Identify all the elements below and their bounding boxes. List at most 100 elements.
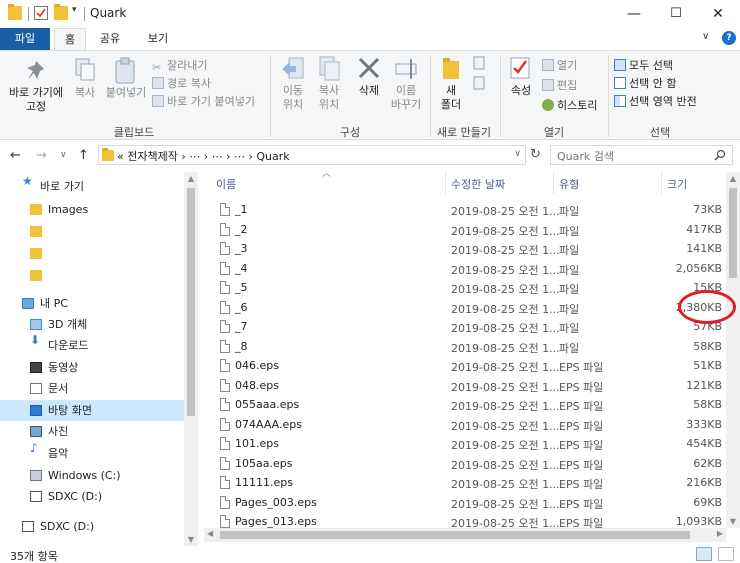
details-view-icon[interactable]: [696, 547, 712, 561]
nav-item[interactable]: 바탕 화면: [0, 400, 184, 421]
back-arrow-icon[interactable]: ←: [10, 148, 21, 163]
file-row[interactable]: _2 2019-08-25 오전 1... 파일 417KB: [204, 220, 726, 240]
file-row[interactable]: 046.eps 2019-08-25 오전 1... EPS 파일 51KB: [204, 356, 726, 376]
nav-item[interactable]: Images: [0, 199, 184, 220]
nav-pane-scrollbar[interactable]: ▲ ▼: [184, 172, 198, 546]
file-list-scrollbar[interactable]: ▲ ▼: [726, 172, 740, 528]
horizontal-scrollbar[interactable]: ◀ ▶: [204, 528, 726, 542]
tab-share[interactable]: 공유: [90, 28, 130, 50]
copy-to-button[interactable]: 복사 위치: [312, 55, 346, 112]
file-row[interactable]: _8 2019-08-25 오전 1... 파일 58KB: [204, 337, 726, 357]
new-item-icon[interactable]: [472, 55, 488, 71]
tab-file[interactable]: 파일: [0, 28, 50, 50]
tab-home[interactable]: 홈: [54, 28, 86, 50]
column-divider[interactable]: [445, 172, 446, 194]
nav-item-label: Windows (C:): [48, 469, 121, 482]
column-header-size[interactable]: 크기: [667, 176, 687, 192]
nav-item[interactable]: SDXC (D:): [0, 486, 184, 507]
column-header-name[interactable]: 이름: [216, 176, 236, 192]
edit-button[interactable]: 편집: [542, 77, 577, 93]
nav-item[interactable]: 동영상: [0, 357, 184, 378]
copy-button[interactable]: 복사: [70, 57, 100, 100]
scroll-down-icon[interactable]: ▼: [184, 535, 198, 544]
maximize-button[interactable]: ☐: [656, 0, 696, 28]
file-row[interactable]: 101.eps 2019-08-25 오전 1... EPS 파일 454KB: [204, 434, 726, 454]
cut-button[interactable]: ✂ 잘라내기: [152, 57, 207, 74]
tab-view[interactable]: 보기: [136, 28, 180, 50]
invert-selection-button[interactable]: 선택 영역 반전: [614, 93, 697, 109]
nav-item[interactable]: [0, 243, 184, 264]
select-none-button[interactable]: 선택 안 함: [614, 75, 676, 91]
properties-checkbox-icon[interactable]: [34, 6, 48, 20]
file-row[interactable]: _5 2019-08-25 오전 1... 파일 15KB: [204, 278, 726, 298]
nav-item[interactable]: 내 PC: [0, 293, 184, 314]
file-type: EPS 파일: [559, 517, 604, 528]
scroll-left-icon[interactable]: ◀: [207, 529, 213, 538]
column-divider[interactable]: [553, 172, 554, 194]
nav-item[interactable]: [0, 265, 184, 286]
column-divider[interactable]: [661, 172, 662, 194]
file-row[interactable]: _1 2019-08-25 오전 1... 파일 73KB: [204, 200, 726, 220]
scroll-thumb[interactable]: [187, 188, 195, 416]
column-header-type[interactable]: 유형: [559, 176, 579, 192]
new-folder-button[interactable]: 새 폴더: [436, 55, 466, 112]
scroll-thumb[interactable]: [729, 188, 737, 278]
paste-shortcut-button[interactable]: 바로 가기 붙여넣기: [152, 93, 255, 109]
search-input[interactable]: Quark 검색: [550, 145, 733, 165]
collapse-ribbon-icon[interactable]: ∨: [702, 31, 709, 42]
nav-item[interactable]: 3D 개체: [0, 314, 184, 335]
delete-button[interactable]: 삭제: [352, 55, 386, 98]
scroll-up-icon[interactable]: ▲: [184, 174, 198, 183]
minimize-button[interactable]: —: [614, 0, 654, 28]
quick-access-dropdown-icon[interactable]: ▾: [72, 5, 77, 15]
nav-item[interactable]: ★ 바로 가기: [0, 175, 184, 197]
paste-button[interactable]: 붙여넣기: [104, 57, 148, 100]
large-icons-view-icon[interactable]: [718, 547, 734, 561]
nav-item[interactable]: Windows (C:): [0, 465, 184, 486]
history-button[interactable]: 히스토리: [542, 97, 597, 113]
forward-arrow-icon[interactable]: →: [36, 148, 47, 163]
file-row[interactable]: _3 2019-08-25 오전 1... 파일 141KB: [204, 239, 726, 259]
file-row[interactable]: Pages_003.eps 2019-08-25 오전 1... EPS 파일 69K…: [204, 493, 726, 513]
scroll-down-icon[interactable]: ▼: [726, 517, 740, 526]
file-row[interactable]: 11111.eps 2019-08-25 오전 1... EPS 파일 216KB: [204, 473, 726, 493]
nav-item[interactable]: [0, 221, 184, 242]
rename-button[interactable]: 이름 바꾸기: [386, 55, 426, 112]
nav-item[interactable]: 문서: [0, 378, 184, 399]
help-icon[interactable]: ?: [722, 31, 736, 45]
file-type: 파일: [559, 244, 580, 257]
properties-button[interactable]: 속성: [504, 55, 538, 98]
close-button[interactable]: ✕: [698, 0, 738, 28]
file-row[interactable]: 105aa.eps 2019-08-25 오전 1... EPS 파일 62KB: [204, 454, 726, 474]
file-row[interactable]: _6 2019-08-25 오전 1... 파일 2,380KB: [204, 298, 726, 318]
file-name: 074AAA.eps: [235, 417, 302, 431]
copy-path-button[interactable]: 경로 복사: [152, 75, 211, 91]
scroll-right-icon[interactable]: ▶: [717, 529, 723, 538]
nav-item[interactable]: 사진: [0, 421, 184, 442]
select-all-button[interactable]: 모두 선택: [614, 57, 673, 73]
scroll-up-icon[interactable]: ▲: [726, 174, 740, 183]
file-row[interactable]: _7 2019-08-25 오전 1... 파일 57KB: [204, 317, 726, 337]
search-icon[interactable]: [714, 149, 726, 161]
refresh-icon[interactable]: ↻: [530, 147, 541, 162]
file-row[interactable]: Pages_013.eps 2019-08-25 오전 1... EPS 파일 1,0…: [204, 512, 726, 528]
file-row[interactable]: 055aaa.eps 2019-08-25 오전 1... EPS 파일 58KB: [204, 395, 726, 415]
file-row[interactable]: _4 2019-08-25 오전 1... 파일 2,056KB: [204, 259, 726, 279]
new-folder-icon[interactable]: [54, 4, 68, 20]
address-bar[interactable]: « 전자책제작 › ⋯ › ⋯ › ⋯ › Quark ∨: [98, 145, 526, 165]
file-row[interactable]: 074AAA.eps 2019-08-25 오전 1... EPS 파일 333KB: [204, 415, 726, 435]
easy-access-icon[interactable]: [472, 75, 488, 91]
pin-quick-access-button[interactable]: 바로 가기에 고정: [6, 57, 66, 114]
file-row[interactable]: 048.eps 2019-08-25 오전 1... EPS 파일 121KB: [204, 376, 726, 396]
recent-locations-chevron-icon[interactable]: ∨: [60, 150, 67, 160]
scroll-thumb[interactable]: [220, 531, 690, 539]
nav-item[interactable]: ⬇ 다운로드: [0, 334, 184, 356]
address-dropdown-icon[interactable]: ∨: [514, 149, 521, 159]
open-button[interactable]: 열기: [542, 57, 577, 73]
nav-item[interactable]: ♪ 음악: [0, 442, 184, 464]
nav-item[interactable]: SDXC (D:): [0, 516, 184, 537]
file-type: 파일: [559, 263, 580, 277]
column-header-date[interactable]: 수정한 날짜: [451, 176, 505, 192]
move-to-button[interactable]: 이동 위치: [276, 55, 310, 112]
up-arrow-icon[interactable]: ↑: [78, 148, 89, 163]
